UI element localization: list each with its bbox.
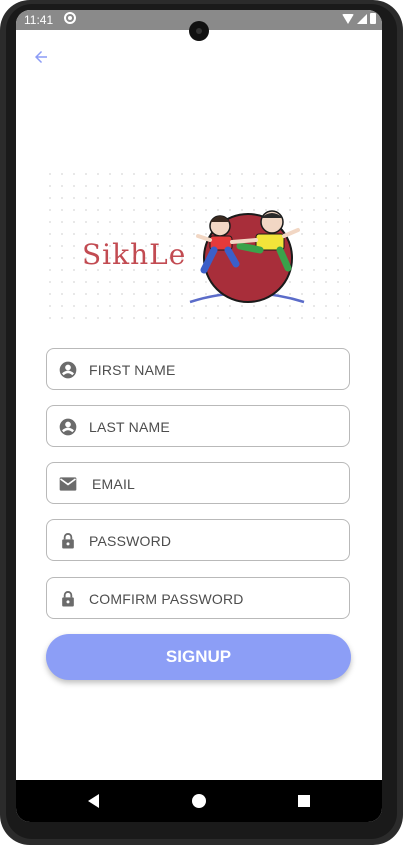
nav-recents-icon[interactable] bbox=[298, 795, 310, 807]
last-name-field[interactable]: LAST NAME bbox=[46, 405, 350, 447]
first-name-field[interactable]: FIRST NAME bbox=[46, 348, 350, 390]
kids-logo-image bbox=[189, 210, 305, 304]
confirm-password-field[interactable]: COMFIRM PASSWORD bbox=[46, 577, 350, 619]
nav-home-icon[interactable] bbox=[192, 794, 206, 808]
person-icon bbox=[59, 418, 77, 436]
wifi-icon bbox=[342, 13, 354, 24]
arrow-back-icon bbox=[35, 51, 47, 63]
email-placeholder: EMAIL bbox=[92, 476, 136, 492]
confirm-password-placeholder: COMFIRM PASSWORD bbox=[89, 591, 244, 607]
signup-button[interactable]: SIGNUP bbox=[46, 634, 351, 680]
status-time: 11:41 bbox=[24, 13, 54, 27]
navigation-bar bbox=[16, 780, 382, 822]
first-name-placeholder: FIRST NAME bbox=[89, 362, 176, 378]
sync-icon bbox=[64, 12, 76, 24]
back-button[interactable] bbox=[30, 46, 52, 68]
front-camera bbox=[189, 21, 209, 41]
battery-icon bbox=[370, 13, 376, 24]
lock-icon bbox=[62, 591, 74, 607]
mail-icon bbox=[59, 477, 77, 491]
password-field[interactable]: PASSWORD bbox=[46, 519, 350, 561]
nav-back-icon[interactable] bbox=[88, 794, 99, 808]
person-icon bbox=[59, 361, 77, 379]
lock-icon bbox=[62, 533, 74, 549]
email-field[interactable]: EMAIL bbox=[46, 462, 350, 504]
password-placeholder: PASSWORD bbox=[89, 533, 172, 549]
logo-text: SikhLe bbox=[82, 238, 187, 271]
status-indicators bbox=[342, 13, 376, 24]
last-name-placeholder: LAST NAME bbox=[89, 419, 170, 435]
screen: 11:41 SikhLe FIRST NAME LAST NAME EMAIL … bbox=[16, 10, 382, 822]
signal-icon bbox=[357, 13, 367, 24]
